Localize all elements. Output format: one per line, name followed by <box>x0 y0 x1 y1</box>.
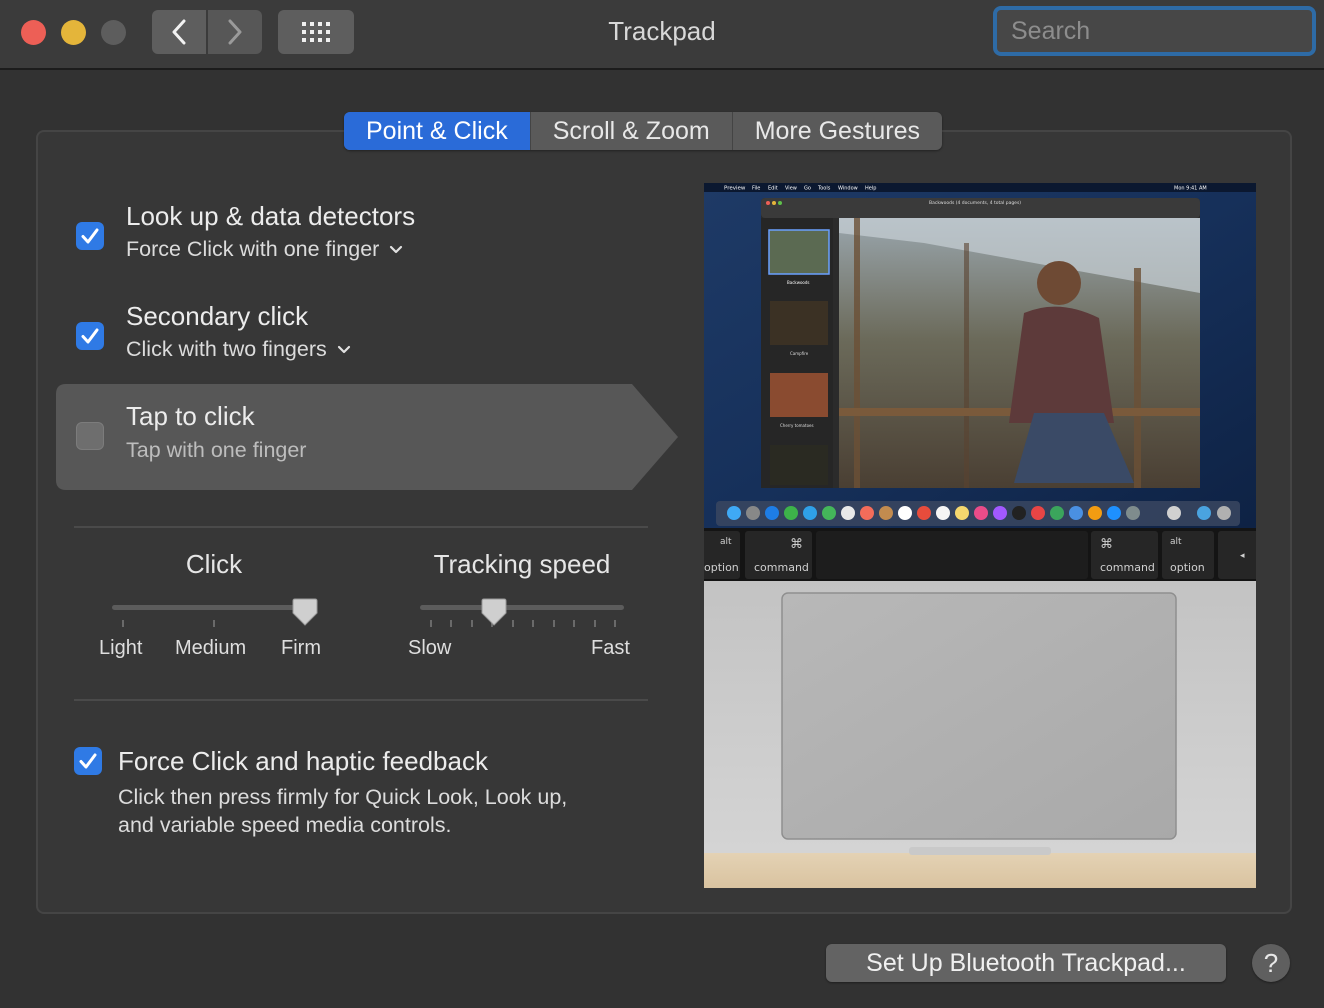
close-window-button[interactable] <box>21 20 46 45</box>
tracking-tick <box>511 620 514 627</box>
key-alt-right: alt <box>1170 537 1182 547</box>
click-tick-firm: Firm <box>281 637 321 659</box>
force-click-title: Force Click and haptic feedback <box>118 746 488 776</box>
key-arrow-left: ◂ <box>1240 551 1245 561</box>
menubar-go: Go <box>804 186 811 192</box>
search-input[interactable] <box>1009 15 1324 47</box>
tab-bar: Point & Click Scroll & Zoom More Gesture… <box>344 112 943 150</box>
click-tick-light: Light <box>99 637 143 659</box>
tracking-tick <box>552 620 555 627</box>
click-tick-medium: Medium <box>175 637 247 659</box>
show-all-button[interactable] <box>278 10 354 54</box>
tracking-tick <box>450 620 453 627</box>
chevron-left-icon <box>172 19 186 45</box>
tracking-min-label: Slow <box>408 637 452 659</box>
tab-more-gestures[interactable]: More Gestures <box>733 112 942 150</box>
tab-scroll-zoom[interactable]: Scroll & Zoom <box>531 112 733 150</box>
search-field[interactable] <box>993 6 1324 56</box>
thumbnail-label-cherry-tomatoes: Cherry tomatoes <box>780 423 814 428</box>
tap-to-click-title: Tap to click <box>126 401 255 431</box>
chevron-down-icon <box>390 246 403 254</box>
menubar-file: File <box>752 186 760 192</box>
setup-bluetooth-trackpad-button[interactable]: Set Up Bluetooth Trackpad... <box>826 944 1226 982</box>
key-command-left: command <box>754 561 809 574</box>
forward-button[interactable] <box>208 10 262 54</box>
grid-icon <box>302 22 330 42</box>
secondary-click-title: Secondary click <box>126 301 309 331</box>
tracking-speed-label: Tracking speed <box>433 549 611 579</box>
tracking-tick <box>470 620 473 627</box>
key-command-right: command <box>1100 561 1155 574</box>
menubar-clock: Mon 9:41 AM <box>1174 186 1207 192</box>
click-tick <box>213 620 215 627</box>
click-slider-thumb[interactable] <box>292 598 318 626</box>
force-click-description-line1: Click then press firmly for Quick Look, … <box>118 785 568 809</box>
secondary-click-checkbox[interactable] <box>76 322 104 350</box>
divider <box>74 699 648 701</box>
tracking-max-label: Fast <box>591 637 630 659</box>
lookup-title: Look up & data detectors <box>126 201 416 231</box>
preview-window-title: Backwoods (4 documents, 4 total pages) <box>929 200 1021 206</box>
window-titlebar: Trackpad <box>0 0 1324 70</box>
tracking-tick <box>532 620 535 627</box>
key-cmd-symbol-left: ⌘ <box>790 537 803 552</box>
help-button[interactable]: ? <box>1252 944 1290 982</box>
checkmark-icon <box>81 328 99 344</box>
menubar-view: View <box>785 186 797 192</box>
tracking-tick <box>614 620 616 627</box>
menubar-help: Help <box>865 186 876 192</box>
key-cmd-symbol-right: ⌘ <box>1100 537 1113 552</box>
secondary-click-value: Click with two fingers <box>126 337 327 361</box>
tap-to-click-highlight <box>56 384 678 490</box>
zoom-window-button[interactable] <box>101 20 126 45</box>
tracking-tick <box>430 620 432 627</box>
menubar-tools: Tools <box>817 186 831 192</box>
force-click-description-line2: and variable speed media controls. <box>118 813 452 837</box>
trackpad-surface <box>781 592 1177 840</box>
chevron-down-icon <box>337 346 350 354</box>
tracking-slider-track[interactable] <box>420 605 624 610</box>
tracking-tick <box>573 620 576 627</box>
key-alt-left: alt <box>720 537 732 547</box>
thumbnail-label-backwoods: Backwoods <box>787 280 810 285</box>
lookup-gesture-value: Force Click with one finger <box>126 237 380 261</box>
key-space <box>816 531 1088 579</box>
secondary-click-dropdown[interactable]: Click with two fingers <box>126 337 351 362</box>
tracking-tick <box>593 620 596 627</box>
tap-to-click-checkbox[interactable] <box>76 422 104 450</box>
back-button[interactable] <box>152 10 206 54</box>
lookup-gesture-dropdown[interactable]: Force Click with one finger <box>126 237 403 262</box>
tap-to-click-subtitle: Tap with one finger <box>126 438 307 462</box>
click-tick <box>122 620 124 627</box>
checkmark-icon <box>81 228 99 244</box>
chevron-right-icon <box>228 19 242 45</box>
click-slider-track[interactable] <box>112 605 312 610</box>
force-click-checkbox[interactable] <box>74 747 102 775</box>
checkmark-icon <box>79 753 97 769</box>
minimize-window-button[interactable] <box>61 20 86 45</box>
menubar-edit: Edit <box>768 186 778 192</box>
menubar-window: Window <box>838 186 858 192</box>
tracking-slider-thumb[interactable] <box>481 598 507 626</box>
click-slider-label: Click <box>185 549 243 579</box>
menubar-preview: Preview <box>724 186 746 192</box>
lookup-checkbox[interactable] <box>76 222 104 250</box>
tab-point-click[interactable]: Point & Click <box>344 112 531 150</box>
thumbnail-label-campfire: Campfire <box>790 351 809 356</box>
divider <box>74 526 648 528</box>
key-option-right: option <box>1170 561 1205 574</box>
trackpad-preview-video: Preview File Edit View Go Tools Window H… <box>704 183 1256 888</box>
desk-surface <box>704 853 1256 888</box>
key-option-left: option <box>704 561 739 574</box>
